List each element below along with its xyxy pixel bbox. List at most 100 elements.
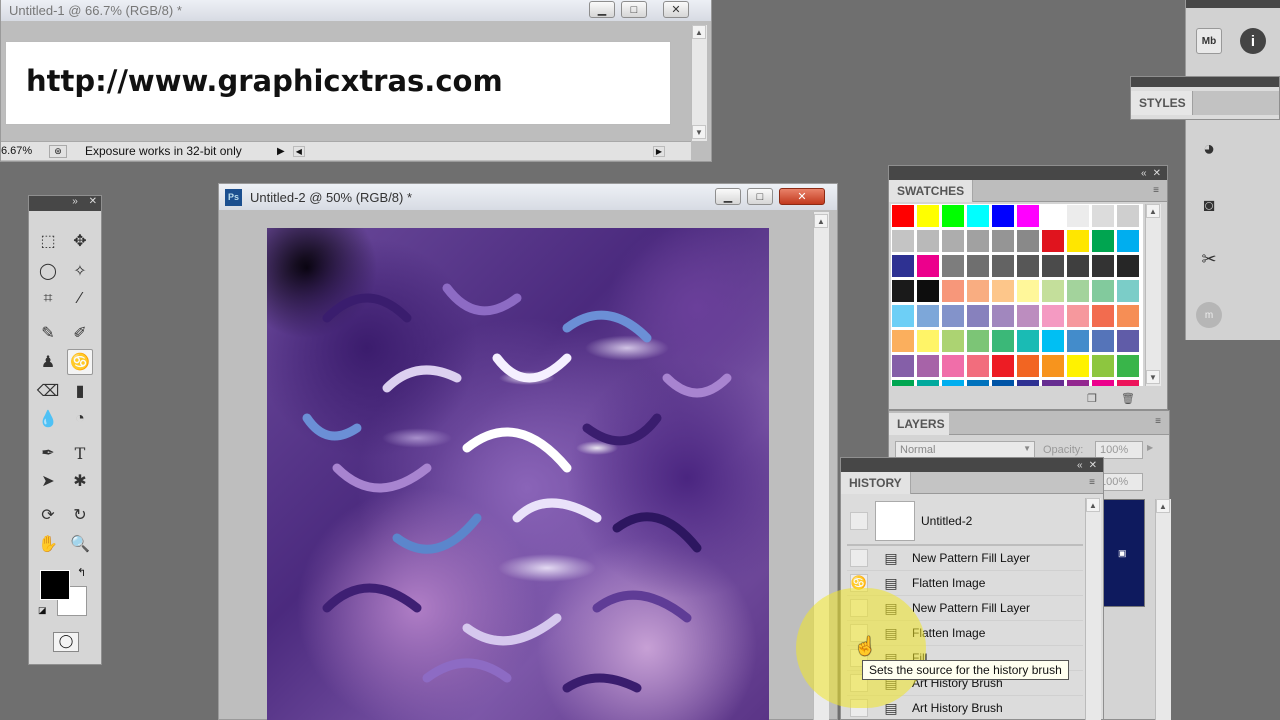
document-1-vscroll[interactable]: ▲ ▼ <box>691 25 707 141</box>
swatch[interactable] <box>1041 204 1065 228</box>
swatch[interactable] <box>1041 354 1065 378</box>
camera-icon[interactable]: ◙ <box>1196 192 1222 218</box>
quick-select-tool[interactable]: ✧ <box>67 258 93 284</box>
swatch[interactable] <box>1066 204 1090 228</box>
document-2-titlebar[interactable]: Ps Untitled-2 @ 50% (RGB/8) * <box>219 184 837 210</box>
swatch[interactable] <box>916 254 940 278</box>
swatch[interactable] <box>1016 304 1040 328</box>
swatch[interactable] <box>941 329 965 353</box>
swatch[interactable] <box>1116 354 1140 378</box>
scroll-up-arrow[interactable]: ▲ <box>814 214 828 228</box>
foreground-color[interactable] <box>40 570 70 600</box>
pen-tool[interactable]: ✒ <box>35 440 61 466</box>
swatches-menu-icon[interactable]: ≡ <box>1153 185 1159 196</box>
swatch[interactable] <box>1066 304 1090 328</box>
tools-panel-header[interactable]: » ✕ <box>29 196 101 211</box>
healing-brush-tool[interactable]: ✎ <box>35 320 61 346</box>
swatch[interactable] <box>891 229 915 253</box>
clone-stamp-tool[interactable]: ♟ <box>35 349 61 375</box>
swatch[interactable] <box>891 329 915 353</box>
swatch[interactable] <box>1041 329 1065 353</box>
swatch[interactable] <box>1041 379 1065 386</box>
status-text[interactable]: Exposure works in 32-bit only <box>85 144 277 158</box>
swatch[interactable] <box>1116 279 1140 303</box>
swatch[interactable] <box>991 204 1015 228</box>
swatch[interactable] <box>966 204 990 228</box>
swatch[interactable] <box>991 379 1015 386</box>
styles-icon[interactable]: ◕ <box>1196 136 1222 162</box>
collapse-icon[interactable]: « <box>1141 168 1147 179</box>
swatch[interactable] <box>1116 254 1140 278</box>
swatch[interactable] <box>941 279 965 303</box>
swatch[interactable] <box>1091 304 1115 328</box>
quick-mask-button[interactable]: ◯ <box>53 632 79 652</box>
scroll-up-arrow[interactable]: ▲ <box>1146 204 1160 218</box>
swatch[interactable] <box>1116 229 1140 253</box>
snapshot-source-checkbox[interactable] <box>850 512 868 530</box>
swatch[interactable] <box>991 304 1015 328</box>
dodge-tool[interactable]: ◔ <box>67 406 93 432</box>
swatch[interactable] <box>916 229 940 253</box>
swatch[interactable] <box>966 304 990 328</box>
swatch[interactable] <box>1066 379 1090 386</box>
swatch[interactable] <box>1041 254 1065 278</box>
swatch[interactable] <box>966 279 990 303</box>
lasso-tool[interactable]: ◯ <box>35 258 61 284</box>
swatch[interactable] <box>916 379 940 386</box>
swatch[interactable] <box>941 229 965 253</box>
swatches-close-icon[interactable]: ✕ <box>1153 168 1161 179</box>
swatch[interactable] <box>966 229 990 253</box>
swatch[interactable] <box>916 204 940 228</box>
swatch[interactable] <box>916 304 940 328</box>
swatch[interactable] <box>1091 204 1115 228</box>
swatch[interactable] <box>1041 229 1065 253</box>
scroll-down-arrow[interactable]: ▼ <box>692 125 706 139</box>
document-1-canvas[interactable]: http://www.graphicxtras.com <box>5 41 671 125</box>
brush-tool[interactable]: ✐ <box>67 320 93 346</box>
swatch[interactable] <box>941 304 965 328</box>
blur-tool[interactable]: 💧 <box>35 406 61 432</box>
history-panel-header[interactable]: «✕ <box>841 458 1103 472</box>
swatch[interactable] <box>1016 279 1040 303</box>
swatch[interactable] <box>991 254 1015 278</box>
swatch[interactable] <box>1016 329 1040 353</box>
swatch[interactable] <box>966 379 990 386</box>
swatches-panel-header[interactable]: «✕ <box>889 166 1167 180</box>
status-menu-arrow[interactable]: ▶ <box>277 146 285 157</box>
swatch[interactable] <box>891 304 915 328</box>
mini-bridge-icon[interactable]: Mb <box>1196 28 1222 54</box>
swatch[interactable] <box>1016 379 1040 386</box>
swatch[interactable] <box>1091 279 1115 303</box>
gradient-tool[interactable]: ▮ <box>67 378 93 404</box>
layers-menu-icon[interactable]: ≡ <box>1155 416 1161 427</box>
swatch[interactable] <box>966 354 990 378</box>
layers-vscroll[interactable]: ▲ <box>1155 499 1171 720</box>
swatch[interactable] <box>1066 279 1090 303</box>
zoom-level[interactable]: 6.67% <box>1 145 41 157</box>
swatch[interactable] <box>1091 354 1115 378</box>
history-snapshot[interactable]: Untitled-2 <box>847 498 1083 546</box>
info-icon[interactable]: i <box>1240 28 1266 54</box>
layer-thumbnail[interactable]: ▣ <box>1103 499 1145 607</box>
swatch[interactable] <box>1016 204 1040 228</box>
type-tool[interactable]: T <box>67 440 93 466</box>
swatch[interactable] <box>941 379 965 386</box>
history-source-checkbox[interactable] <box>850 549 868 567</box>
swatches-vscroll[interactable]: ▲ ▼ <box>1145 204 1161 386</box>
styles-tab[interactable]: STYLES <box>1131 91 1193 115</box>
swatch[interactable] <box>1041 304 1065 328</box>
swatch[interactable] <box>1066 329 1090 353</box>
swatch[interactable] <box>1016 254 1040 278</box>
history-vscroll[interactable]: ▲ <box>1085 498 1101 720</box>
3d-orbit-tool[interactable]: ↻ <box>67 502 93 528</box>
swatch[interactable] <box>1016 354 1040 378</box>
status-icon[interactable]: ⊛ <box>49 144 67 158</box>
swatch[interactable] <box>941 354 965 378</box>
scroll-left-arrow[interactable]: ◀ <box>292 145 305 157</box>
swatch[interactable] <box>1116 329 1140 353</box>
swap-colors-icon[interactable]: ↰ <box>77 566 86 579</box>
swatch[interactable] <box>1091 229 1115 253</box>
swatch[interactable] <box>1066 229 1090 253</box>
collapse-icon[interactable]: « <box>1077 460 1083 471</box>
history-brush-tool[interactable]: ♋ <box>67 349 93 375</box>
